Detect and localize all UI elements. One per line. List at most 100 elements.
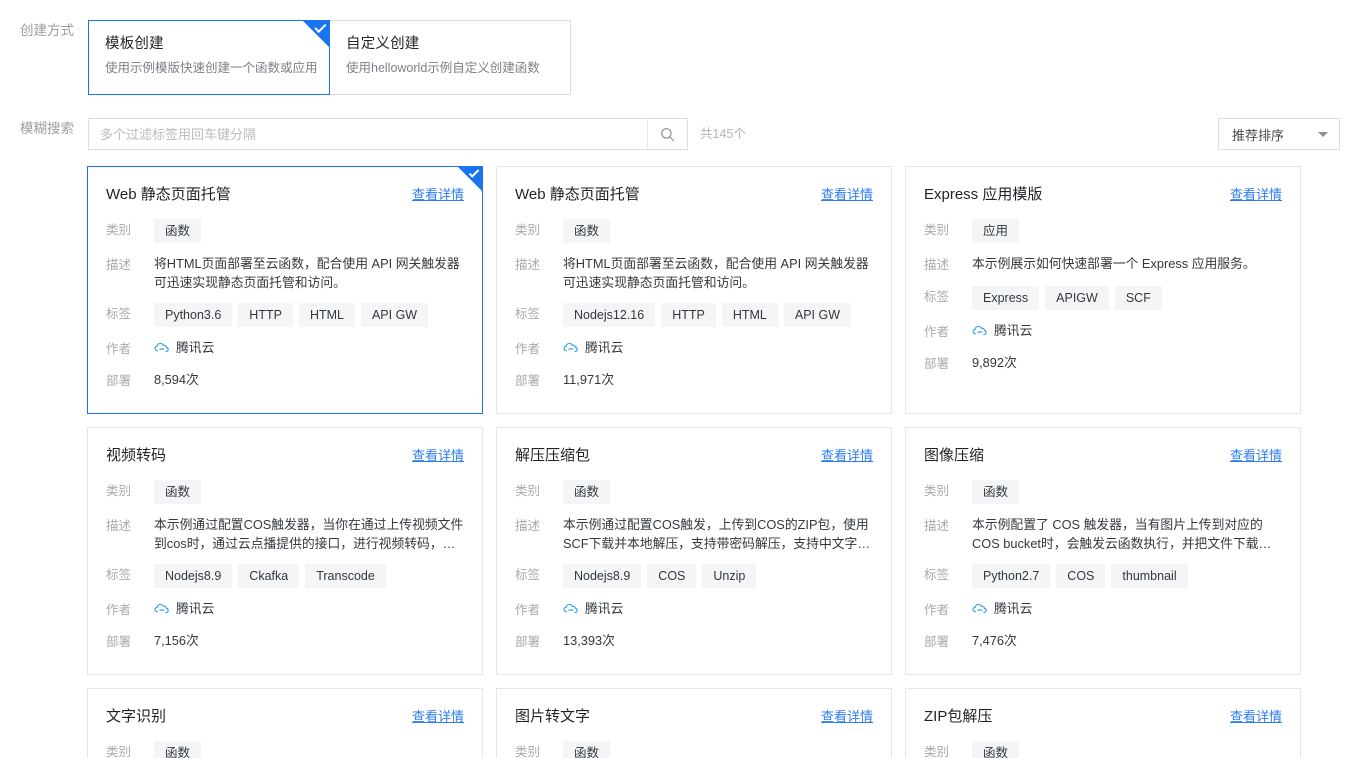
template-title: Express 应用模版 xyxy=(924,186,1043,203)
create-mode-option-title: 自定义创建 xyxy=(346,36,420,52)
tag-list: Nodejs8.9 Ckafka Transcode xyxy=(154,564,464,588)
category-chip: 函数 xyxy=(563,219,611,243)
tag-chip: SCF xyxy=(1114,286,1162,310)
tag-list: Express APIGW SCF xyxy=(972,286,1282,310)
template-card[interactable]: 图片转文字 查看详情 类别 函数 xyxy=(496,688,892,758)
deploy-count: 11,971次 xyxy=(563,372,614,387)
tencent-cloud-icon xyxy=(154,603,169,614)
field-label-category: 类别 xyxy=(106,484,132,498)
field-author: 作者 腾讯云 xyxy=(106,338,464,359)
template-card-header: ZIP包解压 查看详情 xyxy=(924,706,1282,728)
deploy-count: 7,156次 xyxy=(154,633,199,648)
template-card[interactable]: 图像压缩 查看详情 类别 函数 描述 本示例配置了 COS 触发器，当有图片上传到对应的C… xyxy=(905,427,1301,675)
field-author: 作者 腾讯云 xyxy=(106,599,464,620)
template-card-header: Web 静态页面托管 查看详情 xyxy=(106,184,464,206)
field-label-author: 作者 xyxy=(924,325,950,339)
tag-chip: HTTP xyxy=(661,303,716,327)
category-chip: 函数 xyxy=(154,480,202,504)
create-mode-option-0[interactable]: 模板创建 使用示例模版快速创建一个函数或应用 xyxy=(88,20,330,95)
selected-corner-check xyxy=(303,21,329,47)
deploy-count: 7,476次 xyxy=(972,633,1017,648)
field-tags: 标签 Python2.7 COS thumbnail xyxy=(924,564,1282,588)
view-detail-link[interactable]: 查看详情 xyxy=(821,706,873,725)
total-count: 共145个 xyxy=(700,127,746,141)
view-detail-link[interactable]: 查看详情 xyxy=(1230,706,1282,725)
view-detail-link[interactable]: 查看详情 xyxy=(412,445,464,464)
selected-corner-check xyxy=(458,167,482,191)
view-detail-link[interactable]: 查看详情 xyxy=(412,706,464,725)
template-card[interactable]: Web 静态页面托管 查看详情 类别 函数 描述 将HTML页面部署至云函数，配合使用 A… xyxy=(87,166,483,414)
view-detail-link[interactable]: 查看详情 xyxy=(412,184,464,203)
tag-chip: HTML xyxy=(721,303,778,327)
field-author: 作者 腾讯云 xyxy=(924,599,1282,620)
author: 腾讯云 xyxy=(563,599,873,619)
field-label-category: 类别 xyxy=(924,745,950,758)
search-button[interactable] xyxy=(647,119,687,149)
field-category: 类别 函数 xyxy=(924,480,1282,504)
create-mode-option-1[interactable]: 自定义创建 使用helloworld示例自定义创建函数 xyxy=(329,20,571,95)
template-card-header: 视频转码 查看详情 xyxy=(106,445,464,467)
tag-chip: APIGW xyxy=(1045,286,1109,310)
field-label-description: 描述 xyxy=(924,258,950,272)
field-deploy: 部署 7,476次 xyxy=(924,631,1282,652)
template-card[interactable]: 文字识别 查看详情 类别 函数 xyxy=(87,688,483,758)
author-name: 腾讯云 xyxy=(585,340,624,355)
author-name: 腾讯云 xyxy=(176,340,215,355)
deploy-count: 9,892次 xyxy=(972,355,1017,370)
template-description: 本示例展示如何快速部署一个 Express 应用服务。 xyxy=(972,256,1256,271)
search-box[interactable] xyxy=(88,118,688,150)
view-detail-link[interactable]: 查看详情 xyxy=(1230,445,1282,464)
template-card-header: Web 静态页面托管 查看详情 xyxy=(515,184,873,206)
template-card[interactable]: Web 静态页面托管 查看详情 类别 函数 描述 将HTML页面部署至云函数，配合使用 A… xyxy=(496,166,892,414)
template-title: 视频转码 xyxy=(106,447,167,464)
field-label-deploy: 部署 xyxy=(515,635,541,649)
field-label-category: 类别 xyxy=(106,745,132,758)
field-label-description: 描述 xyxy=(106,519,132,533)
search-row: 模糊搜索 共145个 推荐排序 xyxy=(20,118,1340,150)
template-card[interactable]: Express 应用模版 查看详情 类别 应用 描述 本示例展示如何快速部署一个 Expr… xyxy=(905,166,1301,414)
view-detail-link[interactable]: 查看详情 xyxy=(821,184,873,203)
field-description: 描述 本示例通过配置COS触发器，当你在通过上传视频文件到cos时，通过云点播提供… xyxy=(106,515,464,553)
view-detail-link[interactable]: 查看详情 xyxy=(821,445,873,464)
field-label-deploy: 部署 xyxy=(924,635,950,649)
tag-chip: Nodejs12.16 xyxy=(563,303,656,327)
tencent-cloud-icon xyxy=(972,325,987,336)
author: 腾讯云 xyxy=(154,599,464,619)
field-label-author: 作者 xyxy=(106,603,132,617)
field-category: 类别 函数 xyxy=(106,741,464,758)
deploy-count: 13,393次 xyxy=(563,633,615,648)
field-label-description: 描述 xyxy=(515,258,541,272)
tag-chip: API GW xyxy=(783,303,852,327)
template-card[interactable]: ZIP包解压 查看详情 类别 函数 xyxy=(905,688,1301,758)
author-name: 腾讯云 xyxy=(994,601,1033,616)
tencent-cloud-icon xyxy=(154,342,169,353)
view-detail-link[interactable]: 查看详情 xyxy=(1230,184,1282,203)
chevron-down-icon xyxy=(1318,131,1328,137)
template-card[interactable]: 解压压缩包 查看详情 类别 函数 描述 本示例通过配置COS触发，上传到COS的ZIP包，… xyxy=(496,427,892,675)
field-label-deploy: 部署 xyxy=(515,374,541,388)
template-title: 图片转文字 xyxy=(515,708,591,725)
category-chip: 函数 xyxy=(563,741,611,758)
tag-chip: HTTP xyxy=(238,303,293,327)
field-author: 作者 腾讯云 xyxy=(515,338,873,359)
template-title: Web 静态页面托管 xyxy=(106,186,231,203)
field-deploy: 部署 13,393次 xyxy=(515,631,873,652)
search-input[interactable] xyxy=(89,119,647,149)
field-category: 类别 函数 xyxy=(106,480,464,504)
field-label-tags: 标签 xyxy=(924,568,950,582)
field-label-author: 作者 xyxy=(106,342,132,356)
template-title: 解压压缩包 xyxy=(515,447,591,464)
field-deploy: 部署 7,156次 xyxy=(106,631,464,652)
template-card[interactable]: 视频转码 查看详情类别 函数描述 本示例通过配置COS触发器，当你在通过上传视频文件到… xyxy=(87,427,483,675)
sort-selected-value: 推荐排序 xyxy=(1232,127,1285,143)
field-tags: 标签 Nodejs8.9 COS Unzip xyxy=(515,564,873,588)
tencent-cloud-icon xyxy=(563,603,578,614)
tag-list: Nodejs12.16 HTTP HTML API GW xyxy=(563,303,873,327)
tag-chip: Python3.6 xyxy=(154,303,233,327)
category-chip: 函数 xyxy=(154,219,202,243)
field-author: 作者 腾讯云 xyxy=(924,321,1282,342)
field-deploy: 部署 9,892次 xyxy=(924,353,1282,374)
sort-select[interactable]: 推荐排序 xyxy=(1218,118,1340,150)
field-description: 描述 将HTML页面部署至云函数，配合使用 API 网关触发器可迅速实现静态页面托… xyxy=(106,254,464,292)
template-card-header: 解压压缩包 查看详情 xyxy=(515,445,873,467)
